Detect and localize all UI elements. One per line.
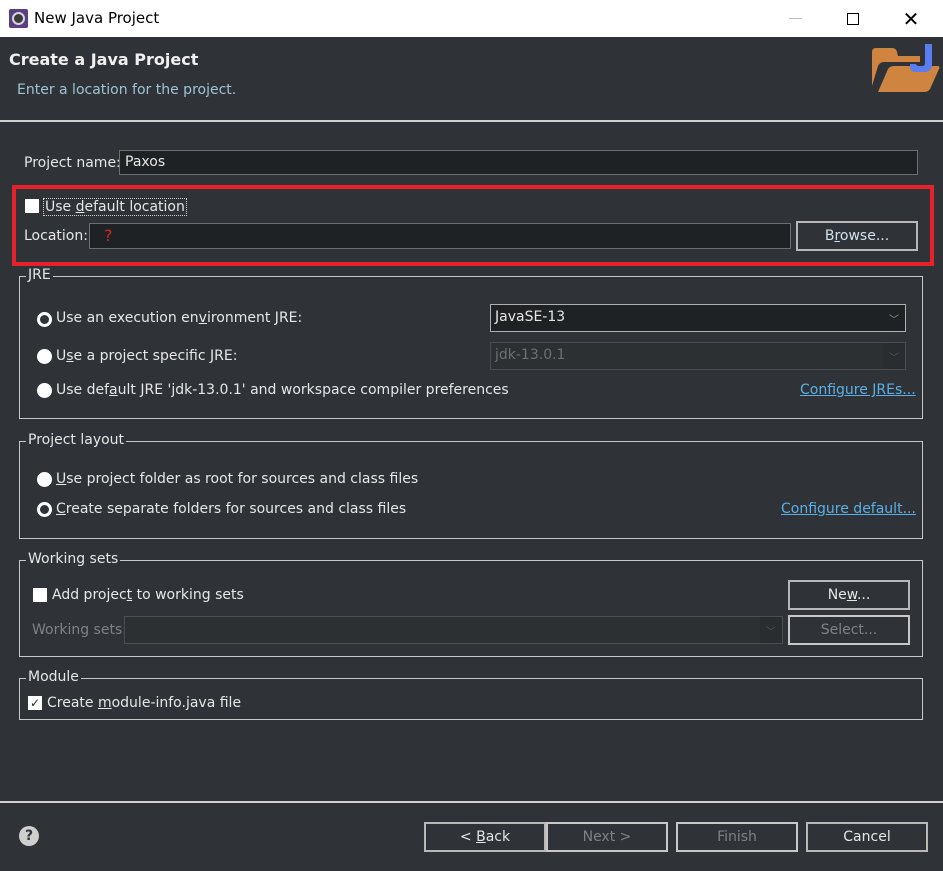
execution-environment-value: JavaSE-13 bbox=[495, 309, 566, 325]
add-to-working-sets-checkbox[interactable] bbox=[33, 588, 47, 602]
maximize-icon bbox=[847, 12, 859, 25]
back-button[interactable]: < Back bbox=[424, 822, 546, 852]
use-default-location-label[interactable]: Use default location bbox=[43, 198, 187, 216]
browse-button[interactable]: Browse... bbox=[796, 221, 918, 251]
project-name-input[interactable]: Paxos bbox=[119, 150, 918, 175]
footer-separator bbox=[0, 801, 943, 803]
new-working-set-button[interactable]: New... bbox=[788, 580, 910, 610]
minimize-button[interactable] bbox=[772, 0, 818, 37]
chevron-down-icon: ﹀ bbox=[883, 343, 905, 369]
configure-jres-link[interactable]: Configure JREs... bbox=[800, 382, 916, 398]
module-title: Module bbox=[26, 669, 81, 685]
cancel-button[interactable]: Cancel bbox=[806, 822, 928, 852]
checkmark-icon: ✓ bbox=[29, 696, 41, 710]
default-jre-label[interactable]: Use default JRE 'jdk-13.0.1' and workspa… bbox=[56, 382, 509, 398]
execution-environment-radio[interactable] bbox=[37, 312, 52, 327]
minimize-icon bbox=[788, 18, 802, 19]
project-jre-select: jdk-13.0.1 ﹀ bbox=[490, 342, 906, 370]
use-default-location-checkbox[interactable] bbox=[25, 199, 39, 213]
next-button: Next > bbox=[546, 822, 668, 852]
configure-default-link[interactable]: Configure default... bbox=[781, 501, 916, 517]
close-icon: ✕ bbox=[902, 6, 920, 31]
create-module-info-checkbox[interactable]: ✓ bbox=[28, 696, 42, 710]
chevron-down-icon: ﹀ bbox=[760, 617, 782, 643]
working-sets-title: Working sets bbox=[26, 551, 121, 567]
project-jre-value: jdk-13.0.1 bbox=[495, 347, 566, 363]
wizard-header: Create a Java Project Enter a location f… bbox=[0, 37, 943, 121]
select-working-set-button: Select... bbox=[788, 615, 910, 645]
location-input[interactable]: ? bbox=[89, 223, 791, 249]
page-description: Enter a location for the project. bbox=[17, 82, 237, 98]
select-button-label: Select... bbox=[820, 622, 878, 638]
create-module-info-label[interactable]: Create module-info.java file bbox=[47, 695, 241, 711]
new-button-label: New... bbox=[827, 587, 871, 603]
project-root-radio[interactable] bbox=[37, 472, 52, 487]
project-specific-jre-label[interactable]: Use a project specific JRE: bbox=[56, 348, 237, 364]
default-jre-radio[interactable] bbox=[37, 383, 52, 398]
help-icon[interactable]: ? bbox=[19, 826, 39, 846]
maximize-button[interactable] bbox=[830, 0, 876, 37]
working-sets-label: Working sets: bbox=[32, 622, 127, 638]
title-bar: New Java Project ✕ bbox=[0, 0, 943, 37]
project-name-label: Project name: bbox=[24, 155, 121, 171]
close-button[interactable]: ✕ bbox=[888, 0, 934, 37]
finish-button: Finish bbox=[676, 822, 798, 852]
separate-folders-radio[interactable] bbox=[37, 502, 52, 517]
window-title: New Java Project bbox=[34, 9, 160, 27]
location-label: Location: bbox=[24, 228, 88, 244]
project-root-label[interactable]: Use project folder as root for sources a… bbox=[56, 471, 418, 487]
finish-button-label: Finish bbox=[717, 829, 757, 845]
back-button-label: < Back bbox=[459, 829, 511, 845]
header-separator bbox=[0, 120, 943, 122]
cancel-button-label: Cancel bbox=[843, 829, 891, 845]
eclipse-icon bbox=[9, 9, 28, 28]
execution-environment-select[interactable]: JavaSE-13 ﹀ bbox=[490, 304, 906, 332]
page-title: Create a Java Project bbox=[9, 50, 199, 69]
jre-group-title: JRE bbox=[26, 267, 53, 283]
separate-folders-label[interactable]: Create separate folders for sources and … bbox=[56, 501, 406, 517]
chevron-down-icon: ﹀ bbox=[889, 314, 899, 326]
java-project-folder-icon bbox=[872, 44, 940, 92]
next-button-label: Next > bbox=[582, 829, 632, 845]
project-specific-jre-radio[interactable] bbox=[37, 349, 52, 364]
browse-button-label: Browse... bbox=[824, 228, 890, 244]
project-layout-group bbox=[19, 441, 923, 539]
working-sets-select: ﹀ bbox=[124, 616, 783, 644]
add-to-working-sets-label[interactable]: Add project to working sets bbox=[52, 587, 244, 603]
project-layout-title: Project layout bbox=[26, 432, 127, 448]
execution-environment-label[interactable]: Use an execution environment JRE: bbox=[56, 310, 302, 326]
